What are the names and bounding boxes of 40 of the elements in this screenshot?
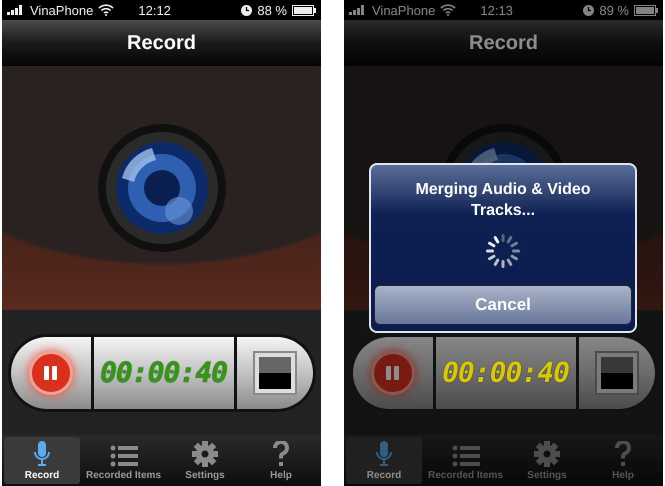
carrier-name: VinaPhone	[372, 2, 436, 18]
tab-item[interactable]: Record	[4, 437, 80, 484]
tab-item[interactable]: Settings	[509, 437, 585, 484]
battery-icon	[292, 4, 316, 16]
loading-spinner-icon	[485, 233, 521, 269]
clock-icon	[241, 4, 252, 16]
battery-icon	[634, 4, 658, 16]
clock-time: 12:12	[138, 2, 171, 18]
tab-item[interactable]: Help	[585, 437, 661, 484]
clock-time: 12:13	[480, 2, 513, 18]
pause-button[interactable]	[370, 350, 414, 394]
tab-item[interactable]: Recorded Items	[422, 437, 510, 484]
settings-icon	[192, 441, 218, 467]
cancel-button[interactable]: Cancel	[374, 285, 632, 325]
tab-item[interactable]: Help	[243, 437, 319, 484]
list-icon	[110, 445, 138, 467]
battery-percent: 89 %	[599, 2, 629, 18]
clock-icon	[583, 4, 594, 16]
wifi-icon	[98, 4, 114, 16]
stop-button[interactable]	[252, 350, 296, 394]
screen-title: Record	[469, 32, 538, 54]
battery-percent: 88 %	[257, 2, 287, 18]
carrier-name: VinaPhone	[30, 2, 94, 18]
help-icon	[614, 441, 632, 467]
tab-item[interactable]: Recorded Items	[80, 437, 168, 484]
microphone-icon	[32, 441, 51, 467]
signal-icon	[7, 5, 25, 15]
tab-item[interactable]: Record	[346, 437, 422, 484]
wifi-icon	[440, 4, 456, 16]
screen-title: Record	[127, 32, 196, 54]
timer-display: 00:00:40	[100, 356, 227, 389]
microphone-icon	[374, 441, 393, 467]
list-icon	[452, 445, 480, 467]
pause-button[interactable]	[28, 350, 72, 394]
tab-item[interactable]: Settings	[167, 437, 243, 484]
settings-icon	[534, 441, 560, 467]
signal-icon	[349, 5, 367, 15]
timer-display: 00:00:40	[442, 356, 569, 389]
dialog-message: Merging Audio & Video Tracks...	[414, 180, 592, 221]
help-icon	[272, 441, 290, 467]
